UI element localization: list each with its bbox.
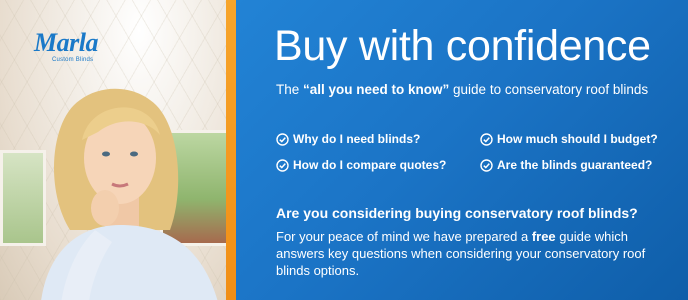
body-copy: For your peace of mind we have prepared … [276, 228, 676, 279]
checklist-label: How much should I budget? [497, 132, 658, 146]
marla-logo[interactable]: Marla Custom Blinds [34, 28, 98, 64]
info-panel: Buy with confidence The “all you need to… [236, 0, 688, 300]
checklist-label: Are the blinds guaranteed? [497, 158, 653, 172]
subheadline-post: guide to conservatory roof blinds [449, 82, 649, 97]
subheadline: The “all you need to know” guide to cons… [276, 82, 648, 97]
woman-thinking-illustration [41, 88, 218, 300]
checklist-item: How do I compare quotes? [276, 158, 476, 172]
check-circle-icon [276, 132, 289, 146]
body-emphasis: free [531, 229, 556, 244]
promo-banner[interactable]: Marla Custom Blinds Buy with confidence … [0, 0, 688, 300]
hero-photo: Marla Custom Blinds [0, 0, 232, 300]
logo-tagline: Custom Blinds [52, 57, 94, 63]
check-circle-icon [276, 158, 289, 172]
question-heading: Are you considering buying conservatory … [276, 205, 638, 221]
check-circle-icon [480, 132, 493, 146]
logo-wordmark: Marla [34, 28, 98, 57]
body-pre: For your peace of mind we have prepared … [276, 229, 532, 244]
checklist-item: Why do I need blinds? [276, 132, 476, 146]
checklist-item: Are the blinds guaranteed? [480, 158, 680, 172]
subheadline-emphasis: “all you need to know” [303, 82, 450, 97]
question-checklist: Why do I need blinds? How much should I … [276, 132, 688, 172]
checklist-label: Why do I need blinds? [293, 132, 421, 146]
checklist-item: How much should I budget? [480, 132, 680, 146]
headline: Buy with confidence [274, 22, 651, 70]
subheadline-pre: The [276, 82, 304, 97]
check-circle-icon [480, 158, 493, 172]
checklist-label: How do I compare quotes? [293, 158, 447, 172]
